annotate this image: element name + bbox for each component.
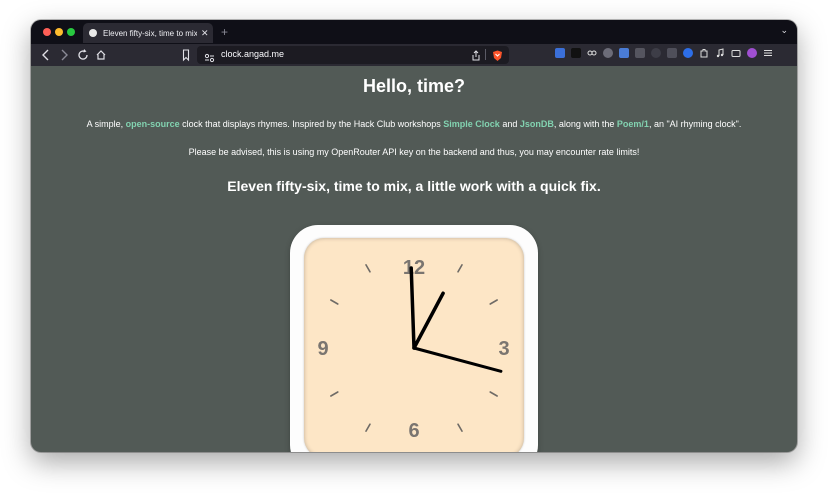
media-music-icon[interactable]: [715, 48, 725, 58]
extension-tool-icon[interactable]: [667, 48, 677, 58]
address-bar[interactable]: clock.angad.me: [197, 46, 509, 64]
page-content: Hello, time? A simple, open-source clock…: [31, 66, 797, 452]
extension-glasses-icon[interactable]: [587, 48, 597, 58]
hour-tick: [365, 423, 371, 432]
hour-tick: [489, 391, 498, 397]
numeral-12: 12: [403, 257, 425, 279]
hour-tick: [457, 264, 463, 273]
extension-circle-icon[interactable]: [651, 48, 661, 58]
extensions-puzzle-icon[interactable]: [699, 48, 709, 58]
analog-clock: 12 3 6 9: [317, 257, 509, 442]
extension-round-icon[interactable]: [603, 48, 613, 58]
hour-tick: [489, 299, 498, 305]
rate-limit-notice: Please be advised, this is using my Open…: [188, 147, 640, 157]
share-icon[interactable]: [471, 49, 481, 67]
page-title: Hello, time?: [362, 76, 465, 96]
simple-clock-link[interactable]: Simple Clock: [443, 119, 500, 129]
extensions-toolbar: [555, 48, 773, 58]
extension-dark-icon[interactable]: [571, 48, 581, 58]
active-tab[interactable]: Eleven fifty-six, time to mix, a little …: [83, 23, 213, 43]
hour-tick: [365, 264, 371, 273]
divider: [485, 49, 486, 60]
rhyme-text: Eleven fifty-six, time to mix, a little …: [227, 178, 601, 194]
close-window-button[interactable]: [43, 28, 51, 36]
close-tab-icon[interactable]: ✕: [201, 28, 209, 39]
reload-icon[interactable]: [77, 47, 89, 68]
hour-tick: [330, 299, 339, 305]
extension-translate-icon[interactable]: [555, 48, 565, 58]
poem-link[interactable]: Poem/1: [617, 119, 649, 129]
hamburger-menu-icon[interactable]: [763, 48, 773, 58]
favicon-icon: [89, 29, 97, 37]
hour-hand: [412, 291, 445, 350]
open-source-link[interactable]: open-source: [126, 119, 180, 129]
extension-gear-icon[interactable]: [683, 48, 693, 58]
brave-shields-icon[interactable]: [492, 49, 503, 67]
home-icon[interactable]: [95, 47, 107, 68]
bookmark-icon[interactable]: [181, 47, 191, 68]
minute-hand: [409, 266, 416, 350]
clock-face: 12 3 6 9: [304, 238, 524, 452]
url-text[interactable]: clock.angad.me: [221, 49, 284, 59]
second-hand: [412, 346, 503, 373]
numeral-3: 3: [498, 338, 509, 360]
extension-s-icon[interactable]: [635, 48, 645, 58]
hour-tick: [457, 423, 463, 432]
profile-avatar[interactable]: [747, 48, 757, 58]
tab-title: Eleven fifty-six, time to mix, a little …: [103, 28, 197, 38]
wallet-icon[interactable]: [731, 48, 741, 58]
zoom-window-button[interactable]: [67, 28, 75, 36]
tab-strip: Eleven fifty-six, time to mix, a little …: [31, 20, 797, 44]
numeral-9: 9: [317, 338, 328, 360]
jsondb-link[interactable]: JsonDB: [520, 119, 554, 129]
navigation-toolbar: clock.angad.me: [31, 44, 797, 66]
extension-blue-icon[interactable]: [619, 48, 629, 58]
new-tab-button[interactable]: +: [221, 25, 228, 39]
numeral-6: 6: [408, 420, 419, 442]
chevron-down-icon[interactable]: ⌄: [780, 25, 788, 36]
hour-tick: [330, 391, 339, 397]
description: A simple, open-source clock that display…: [86, 119, 742, 129]
clock-frame: 12 3 6 9: [290, 225, 538, 452]
minimize-window-button[interactable]: [55, 28, 63, 36]
browser-window: Eleven fifty-six, time to mix, a little …: [31, 20, 797, 452]
back-icon[interactable]: [41, 47, 51, 68]
forward-icon[interactable]: [59, 47, 69, 68]
